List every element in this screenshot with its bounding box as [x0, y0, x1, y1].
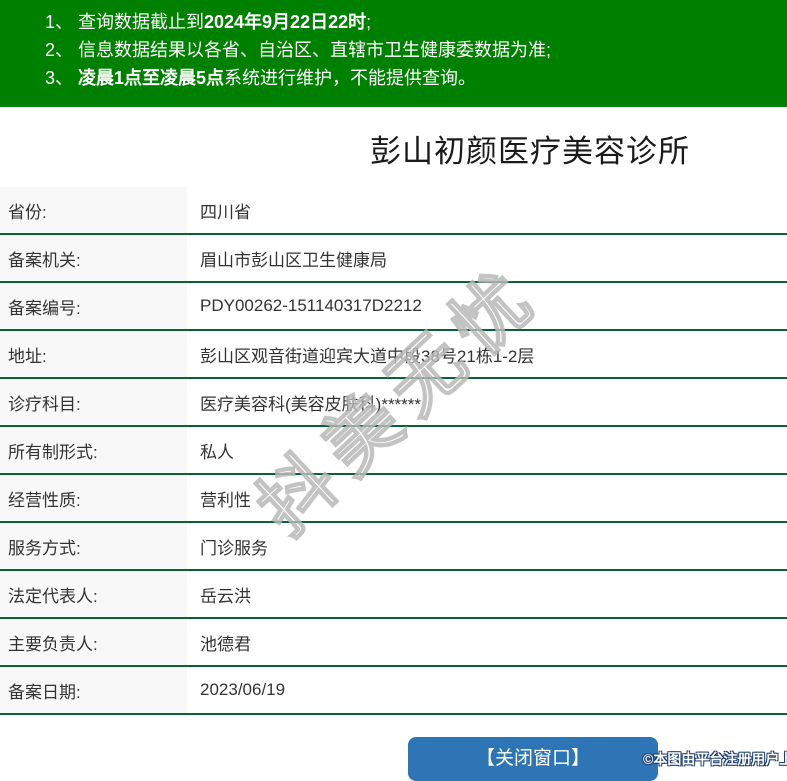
row-label: 服务方式: — [0, 523, 187, 569]
table-row: 地址: 彭山区观音街道迎宾大道中段38号21栋1-2层 — [0, 331, 787, 379]
row-value: PDY00262-151140317D2212 — [187, 283, 787, 329]
page-title: 彭山初颜医疗美容诊所 — [370, 134, 690, 169]
table-row: 备案日期: 2023/06/19 — [0, 667, 787, 715]
row-label: 备案机关: — [0, 235, 187, 281]
row-value: 彭山区观音街道迎宾大道中段38号21栋1-2层 — [187, 331, 787, 377]
row-value: 医疗美容科(美容皮肤科)****** — [187, 379, 787, 425]
row-value: 营利性 — [187, 475, 787, 521]
row-label: 所有制形式: — [0, 427, 187, 473]
table-row: 诊疗科目: 医疗美容科(美容皮肤科)****** — [0, 379, 787, 427]
notice-number: 2、 — [45, 40, 74, 60]
row-label: 省份: — [0, 187, 187, 233]
notice-text: 信息数据结果以各省、自治区、直辖市卫生健康委数据为准; — [78, 40, 551, 60]
notice-text: 凌晨1点至凌晨5点系统进行维护，不能提供查询。 — [78, 68, 477, 88]
row-label: 主要负责人: — [0, 619, 187, 665]
table-row: 省份: 四川省 — [0, 187, 787, 235]
info-table: 省份: 四川省 备案机关: 眉山市彭山区卫生健康局 备案编号: PDY00262-1511… — [0, 187, 787, 715]
table-row: 服务方式: 门诊服务 — [0, 523, 787, 571]
row-label: 备案编号: — [0, 283, 187, 329]
notice-item: 2、 信息数据结果以各省、自治区、直辖市卫生健康委数据为准; — [45, 36, 777, 64]
table-row: 经营性质: 营利性 — [0, 475, 787, 523]
row-label: 经营性质: — [0, 475, 187, 521]
row-value: 眉山市彭山区卫生健康局 — [187, 235, 787, 281]
notice-banner: 1、 查询数据截止到2024年9月22日22时; 2、 信息数据结果以各省、自治区、直… — [0, 0, 787, 107]
close-window-button[interactable]: 【关闭窗口】 — [408, 737, 658, 781]
row-label: 诊疗科目: — [0, 379, 187, 425]
table-row: 法定代表人: 岳云洪 — [0, 571, 787, 619]
row-value: 门诊服务 — [187, 523, 787, 569]
notice-number: 3、 — [45, 68, 74, 88]
table-row: 主要负责人: 池德君 — [0, 619, 787, 667]
upload-credit: ©本图由平台注册用户上传 — [643, 751, 787, 767]
row-value: 私人 — [187, 427, 787, 473]
row-value: 2023/06/19 — [187, 667, 787, 713]
row-label: 备案日期: — [0, 667, 187, 713]
row-value: 四川省 — [187, 187, 787, 233]
notice-item: 3、 凌晨1点至凌晨5点系统进行维护，不能提供查询。 — [45, 64, 777, 92]
table-row: 所有制形式: 私人 — [0, 427, 787, 475]
table-row: 备案机关: 眉山市彭山区卫生健康局 — [0, 235, 787, 283]
row-value: 岳云洪 — [187, 571, 787, 617]
row-label: 法定代表人: — [0, 571, 187, 617]
row-label: 地址: — [0, 331, 187, 377]
row-value: 池德君 — [187, 619, 787, 665]
notice-number: 1、 — [45, 12, 74, 32]
notice-item: 1、 查询数据截止到2024年9月22日22时; — [45, 8, 777, 36]
notice-text: 查询数据截止到2024年9月22日22时; — [78, 12, 372, 32]
table-row: 备案编号: PDY00262-151140317D2212 — [0, 283, 787, 331]
